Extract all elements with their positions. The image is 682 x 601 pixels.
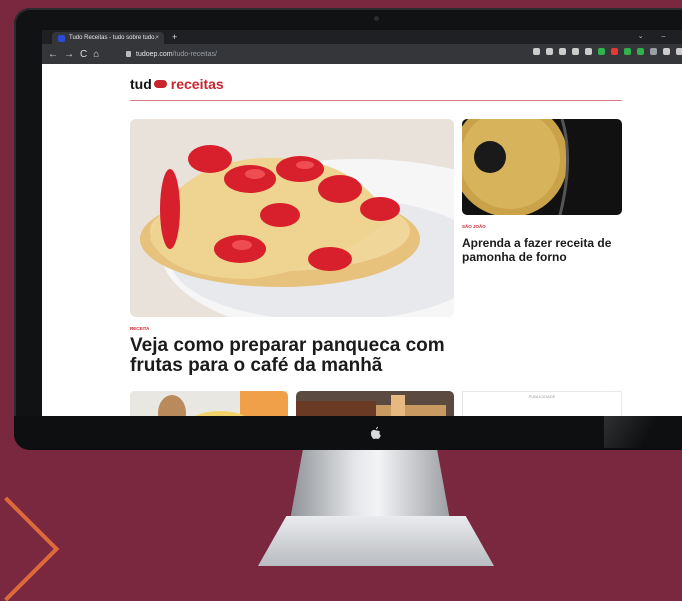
site-logo[interactable]: tud receitas xyxy=(130,76,224,92)
tab-title: Tudo Receitas - tudo sobre tudo. xyxy=(69,35,157,41)
monitor-chin xyxy=(14,416,682,450)
ad-label: PUBLICIDADE xyxy=(528,394,556,399)
logo-text-right: receitas xyxy=(170,76,224,92)
home-icon[interactable]: ⌂ xyxy=(93,49,99,60)
close-tab-icon[interactable]: × xyxy=(155,35,159,41)
extension-icon[interactable] xyxy=(663,48,670,55)
lock-icon xyxy=(126,51,131,57)
hero-category[interactable]: RECEITA xyxy=(130,326,149,331)
url-path: /tudo-receitas/ xyxy=(172,50,217,58)
logo-text-left: tud xyxy=(130,76,152,92)
url-text: tudoep.com/tudo-receitas/ xyxy=(136,51,217,58)
logo-pill-icon xyxy=(153,80,167,88)
screen: Tudo Receitas - tudo sobre tudo. × + ⌄ –… xyxy=(42,30,682,425)
web-page: tud receitas RECEITA Veja como preparar … xyxy=(42,64,682,425)
back-icon[interactable]: ← xyxy=(48,49,58,60)
url-domain: tudoep.com xyxy=(136,50,173,58)
side-story-category[interactable]: SÃO JOÃO xyxy=(462,224,486,229)
forward-icon[interactable]: → xyxy=(64,49,74,60)
hero-headline[interactable]: Veja como preparar panqueca com frutas p… xyxy=(130,336,450,376)
side-story-headline[interactable]: Aprenda a fazer receita de pamonha de fo… xyxy=(462,236,622,264)
extension-icon[interactable] xyxy=(676,48,682,55)
tab-bar: Tudo Receitas - tudo sobre tudo. × + ⌄ –… xyxy=(42,30,682,44)
extension-icon[interactable] xyxy=(585,48,592,55)
extension-icon[interactable] xyxy=(624,48,631,55)
extension-icon[interactable] xyxy=(611,48,618,55)
header-divider xyxy=(130,100,622,101)
extension-icons xyxy=(533,48,682,55)
extension-icon[interactable] xyxy=(637,48,644,55)
toolbar: ← → C ⌂ tudoep.com/tudo-receitas/ xyxy=(42,44,682,64)
monitor-stand xyxy=(290,450,450,520)
extension-icon[interactable] xyxy=(598,48,605,55)
extension-icon[interactable] xyxy=(650,48,657,55)
browser-tab[interactable]: Tudo Receitas - tudo sobre tudo. × xyxy=(52,32,164,44)
extension-icon[interactable] xyxy=(559,48,566,55)
monitor-base xyxy=(258,516,494,566)
camera-dot xyxy=(374,16,379,21)
reload-icon[interactable]: C xyxy=(80,49,87,60)
extension-icon[interactable] xyxy=(546,48,553,55)
background-stripe xyxy=(0,496,60,601)
imac-monitor: Tudo Receitas - tudo sobre tudo. × + ⌄ –… xyxy=(14,8,682,450)
new-tab-button[interactable]: + xyxy=(172,32,177,42)
extension-icon[interactable] xyxy=(533,48,540,55)
favicon-icon xyxy=(58,34,65,42)
window-controls[interactable]: ⌄ – ▢ xyxy=(638,32,682,40)
extension-icon[interactable] xyxy=(572,48,579,55)
apple-logo-icon xyxy=(371,426,381,439)
address-bar[interactable]: tudoep.com/tudo-receitas/ xyxy=(126,47,486,61)
hero-image[interactable] xyxy=(130,119,454,317)
side-story-image[interactable] xyxy=(462,119,622,215)
